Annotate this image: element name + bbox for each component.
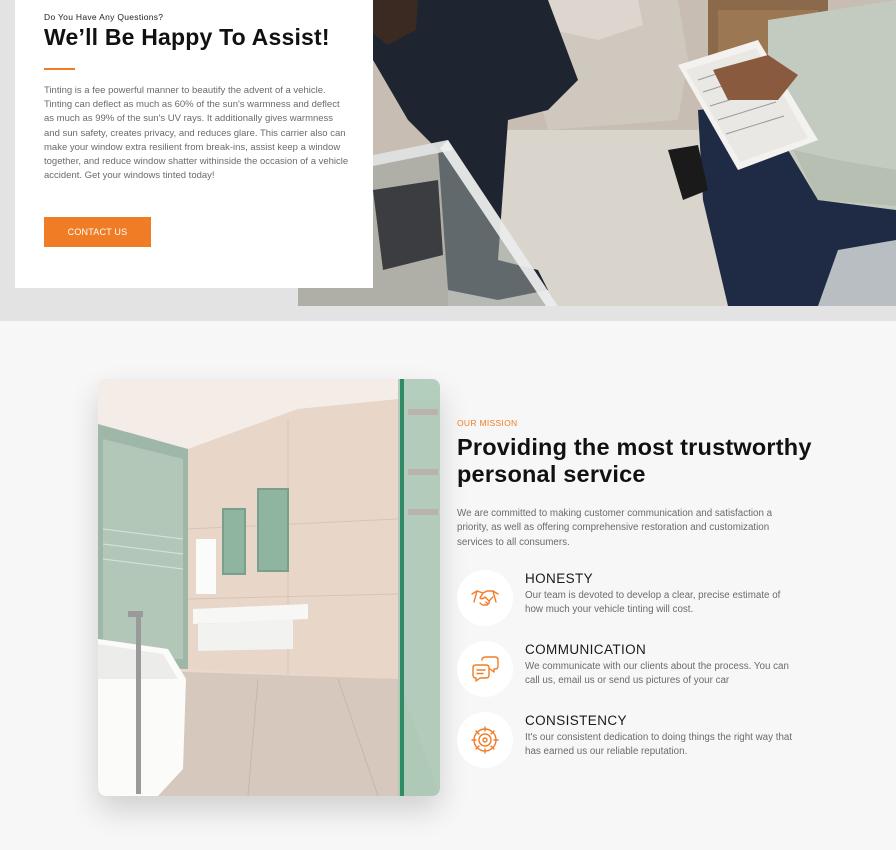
assist-title: We’ll Be Happy To Assist! — [44, 24, 330, 50]
feature-text: It's our consistent dedication to doing … — [525, 732, 793, 758]
consultation-photo — [298, 0, 896, 306]
feature-text: Our team is devoted to develop a clear, … — [525, 590, 781, 616]
assist-eyebrow: Do You Have Any Questions? — [44, 12, 164, 22]
assist-section: Do You Have Any Questions? We’ll Be Happ… — [0, 0, 896, 321]
feature-text: We communicate with our clients about th… — [525, 661, 789, 687]
feature-title: HONESTY — [525, 571, 594, 586]
mission-body: We are committed to making customer comm… — [457, 508, 773, 548]
bathroom-photo — [98, 379, 440, 796]
feature-title: CONSISTENCY — [525, 713, 627, 728]
accent-divider — [44, 68, 75, 70]
mission-title: Providing the most trustworthy personal … — [457, 434, 812, 487]
feature-communication: COMMUNICATION We communicate with our cl… — [457, 641, 797, 701]
mission-eyebrow: OUR MISSION — [457, 418, 518, 428]
assist-body: Tinting is a fee powerful manner to beau… — [44, 85, 349, 182]
feature-consistency: CONSISTENCY It's our consistent dedicati… — [457, 712, 797, 772]
feature-title: COMMUNICATION — [525, 642, 647, 657]
feature-honesty: HONESTY Our team is devoted to develop a… — [457, 570, 797, 630]
chat-bubbles-icon — [457, 641, 513, 697]
handshake-icon — [457, 570, 513, 626]
gear-target-icon — [457, 712, 513, 768]
assist-card: Do You Have Any Questions? We’ll Be Happ… — [15, 0, 373, 288]
contact-us-button[interactable]: CONTACT US — [44, 217, 151, 247]
